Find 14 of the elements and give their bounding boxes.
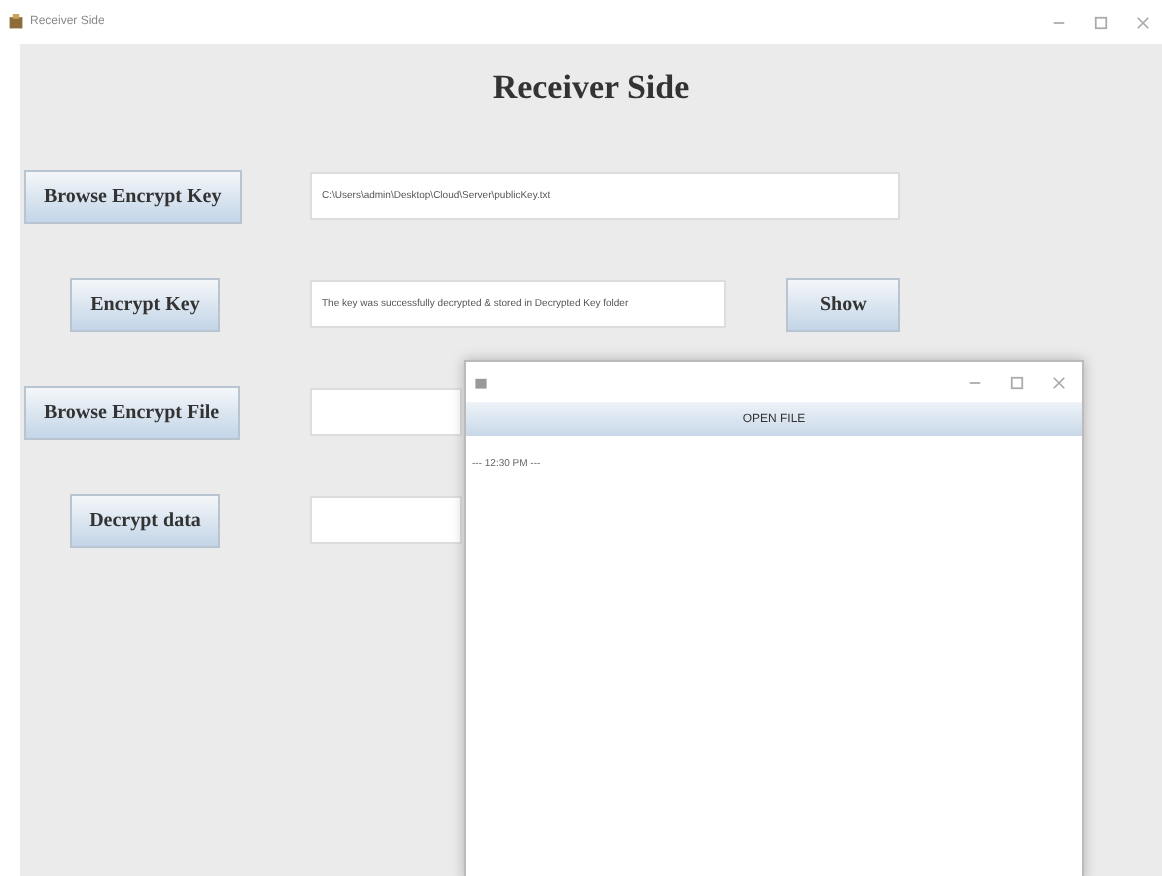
app-icon — [474, 375, 488, 389]
close-icon[interactable] — [1052, 375, 1066, 389]
path-field[interactable] — [310, 496, 462, 544]
action-button[interactable]: Decrypt data — [69, 493, 221, 547]
app-icon — [8, 14, 24, 30]
path-field[interactable] — [310, 388, 462, 436]
close-icon[interactable] — [1136, 15, 1150, 29]
maximize-icon[interactable] — [1010, 375, 1024, 389]
maximize-icon[interactable] — [1094, 15, 1108, 29]
action-button[interactable]: Encrypt Key — [70, 277, 220, 331]
action-button[interactable]: Browse Encrypt File — [24, 385, 240, 439]
action-button[interactable]: Browse Encrypt Key — [24, 169, 242, 223]
page-heading: Receiver Side — [490, 66, 692, 108]
show-button[interactable]: Show — [786, 277, 901, 331]
